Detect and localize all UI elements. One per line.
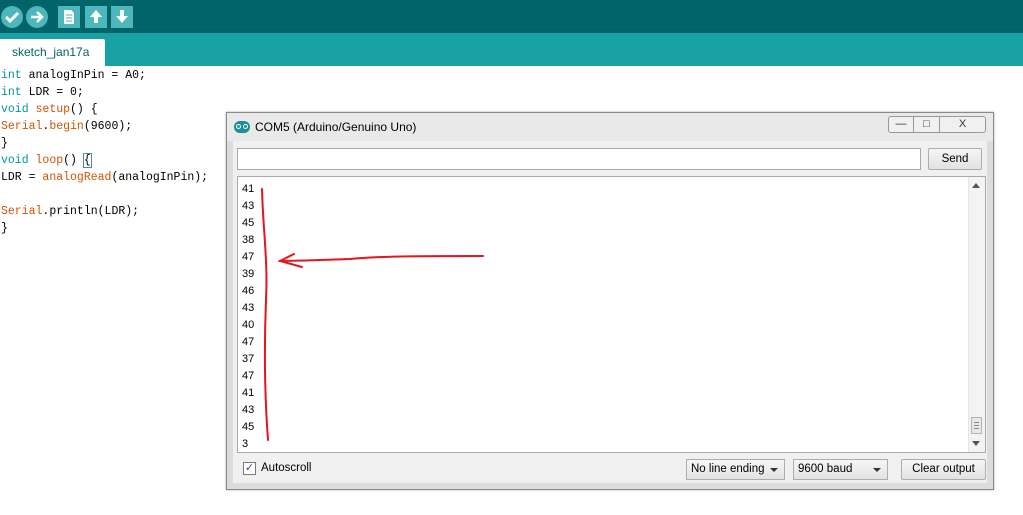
serial-bottom-bar: ✓ Autoscroll No line ending 9600 baud Cl… — [237, 456, 986, 483]
ide-toolbar — [0, 0, 1023, 33]
maximize-button[interactable]: □ — [913, 116, 940, 133]
arduino-logo-icon — [234, 121, 250, 133]
upload-button[interactable] — [26, 6, 48, 28]
output-line: 38 — [242, 234, 255, 246]
serial-monitor-window: COM5 (Arduino/Genuino Uno) — □ X Send 47… — [226, 112, 994, 490]
download-arrow-icon — [116, 10, 128, 23]
chevron-down-icon — [873, 468, 881, 472]
serial-input[interactable] — [237, 148, 921, 170]
arrow-right-icon — [31, 11, 44, 23]
output-line: 47 — [242, 370, 255, 382]
output-line: 41 — [242, 183, 255, 195]
output-line: 43 — [242, 302, 255, 314]
new-sketch-button[interactable] — [58, 6, 80, 28]
autoscroll-label: Autoscroll — [261, 462, 312, 474]
save-button[interactable] — [111, 6, 133, 28]
output-line: 46 — [242, 285, 255, 297]
window-titlebar[interactable]: COM5 (Arduino/Genuino Uno) — □ X — [227, 113, 993, 141]
output-line: 3 — [242, 438, 249, 450]
code-line: Serial.begin(9600); — [1, 120, 133, 133]
output-line: 43 — [242, 404, 255, 416]
minimize-button[interactable]: — — [888, 116, 914, 133]
verify-button[interactable] — [1, 6, 23, 28]
new-file-icon — [64, 10, 74, 24]
window-title: COM5 (Arduino/Genuino Uno) — [255, 120, 417, 134]
code-line: Serial.println(LDR); — [1, 205, 140, 218]
output-line: 45 — [242, 421, 255, 433]
output-line: 43 — [242, 200, 255, 212]
close-button[interactable]: X — [939, 116, 986, 133]
send-button[interactable]: Send — [928, 148, 982, 170]
tab-sketch[interactable]: sketch_jan17a — [0, 39, 105, 66]
code-line: void setup() { — [1, 103, 98, 116]
output-line: 47 — [242, 251, 255, 263]
code-line: void loop() { — [1, 153, 92, 168]
scroll-up-icon[interactable] — [972, 183, 980, 188]
autoscroll-checkbox[interactable]: ✓ — [243, 462, 256, 475]
scroll-down-icon[interactable] — [972, 441, 980, 446]
output-line: 45 — [242, 217, 255, 229]
output-line: 39 — [242, 268, 255, 280]
serial-monitor-body: Send 47 4143453847394643404737474143453 … — [233, 141, 987, 483]
baud-rate-value: 9600 baud — [798, 463, 853, 475]
line-ending-value: No line ending — [691, 463, 765, 475]
open-button[interactable] — [85, 6, 107, 28]
code-line: } — [1, 222, 8, 235]
serial-output[interactable]: 47 4143453847394643404737474143453 — [237, 176, 986, 453]
clear-output-button[interactable]: Clear output — [901, 459, 986, 480]
output-line: 37 — [242, 353, 255, 365]
code-line: int analogInPin = A0; — [1, 69, 146, 82]
check-icon — [4, 11, 20, 24]
tab-bar: sketch_jan17a — [0, 33, 1023, 66]
upload-arrow-icon — [90, 10, 102, 23]
output-scrollbar[interactable] — [968, 177, 985, 452]
output-line: 47 — [242, 336, 255, 348]
code-line: } — [1, 137, 8, 150]
tab-label: sketch_jan17a — [12, 45, 90, 59]
output-line: 41 — [242, 387, 255, 399]
chevron-down-icon — [770, 468, 778, 472]
output-line: 40 — [242, 319, 255, 331]
code-line: int LDR = 0; — [1, 86, 84, 99]
scroll-thumb[interactable] — [971, 417, 982, 434]
baud-rate-select[interactable]: 9600 baud — [793, 459, 888, 480]
line-ending-select[interactable]: No line ending — [686, 459, 785, 480]
code-line: LDR = analogRead(analogInPin); — [1, 171, 209, 184]
